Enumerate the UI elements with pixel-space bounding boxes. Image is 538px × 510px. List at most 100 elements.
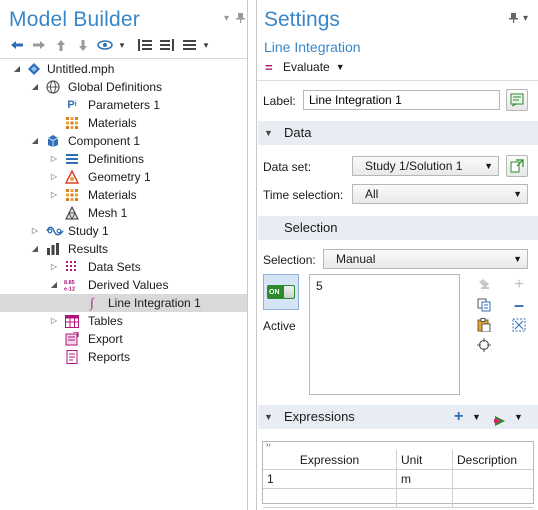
tree-item-data-sets[interactable]: ▷ Data Sets [0, 258, 247, 276]
goto-source-icon [510, 159, 524, 173]
view-dropdown-icon[interactable]: ▾ [200, 36, 212, 54]
settings-subtitle: Line Integration [264, 39, 361, 55]
report-icon [65, 350, 79, 364]
remove-icon[interactable]: – [510, 295, 528, 315]
tree-item-study[interactable]: ▷ Study 1 [0, 222, 247, 240]
evaluate-icon: = [265, 59, 273, 75]
expand-toggle-icon[interactable]: ▷ [49, 168, 59, 186]
component-icon [46, 134, 60, 148]
selection-list-item[interactable]: 5 [316, 279, 453, 293]
active-toggle[interactable]: ON [263, 274, 299, 310]
expand-toggle-icon[interactable]: ▷ [49, 312, 59, 330]
move-down-icon[interactable] [72, 36, 94, 54]
list-view-icon[interactable] [178, 36, 200, 54]
tree-item-label: Derived Values [88, 278, 169, 292]
table-cell-description[interactable] [453, 470, 534, 489]
tree-item-label: Export [88, 332, 123, 346]
add-expression-icon[interactable]: + [454, 405, 463, 429]
expand-toggle-icon[interactable]: ◢ [30, 132, 40, 150]
show-dropdown-icon[interactable]: ▾ [116, 36, 128, 54]
integral-icon: ∫ [90, 295, 94, 310]
pane-menu-icon[interactable]: ▾ [523, 13, 528, 24]
parameters-icon: Pi [67, 99, 77, 111]
derived-values-icon: 8.85 e-12 [64, 278, 80, 292]
mesh-icon [65, 206, 79, 220]
selection-select[interactable]: Manual ▼ [323, 249, 528, 269]
tree-item-derived-values[interactable]: ◢ 8.85 e-12 Derived Values [0, 276, 247, 294]
tree-item-label: Parameters 1 [88, 98, 161, 112]
insert-expression-icon[interactable] [494, 411, 506, 435]
chevron-down-icon[interactable]: ▼ [472, 405, 481, 429]
tree-item-export[interactable]: Export [0, 330, 247, 348]
active-label: Active [263, 319, 296, 333]
selection-section-header[interactable]: Selection [258, 216, 538, 240]
expand-all-icon[interactable] [134, 36, 156, 54]
tree-item-tables[interactable]: ▷ Tables [0, 312, 247, 330]
expand-toggle-icon[interactable]: ◢ [30, 240, 40, 258]
table-cell-expression[interactable]: 1 [263, 470, 397, 489]
svg-text:e-12: e-12 [64, 287, 75, 292]
section-title: Data [284, 125, 312, 140]
tree-item-line-integration[interactable]: ∫ Line Integration 1 [0, 294, 247, 312]
create-selection-icon[interactable] [510, 316, 528, 334]
time-selection-select[interactable]: All ▼ [352, 184, 528, 204]
forward-arrow-icon[interactable] [28, 36, 50, 54]
tree-item-component[interactable]: ◢ Component 1 [0, 132, 247, 150]
expressions-section-header[interactable]: ▼ Expressions + ▼ ▼ [258, 405, 538, 429]
tree-item-label: Mesh 1 [88, 206, 128, 220]
table-cell-empty[interactable] [263, 489, 397, 508]
expand-toggle-icon[interactable]: ▷ [49, 186, 59, 204]
expand-toggle-icon[interactable]: ▷ [30, 222, 40, 240]
move-up-icon[interactable] [50, 36, 72, 54]
expand-toggle-icon[interactable]: ▷ [49, 258, 59, 276]
expand-toggle-icon[interactable]: ▷ [49, 150, 59, 168]
zoom-to-selection-icon[interactable] [475, 336, 493, 354]
comsol-window: Model Builder ▾ ▾ ▾ ◢ Untitled.mph ◢ Glo… [0, 0, 538, 510]
table-cell-empty[interactable] [397, 489, 453, 508]
tree-item-label: Results [68, 242, 109, 256]
tree-item-reports[interactable]: Reports [0, 348, 247, 366]
pane-menu-icon[interactable]: ▾ [224, 13, 229, 24]
expand-toggle-icon[interactable]: ◢ [30, 78, 40, 96]
tree-item-results[interactable]: ◢ Results [0, 240, 247, 258]
paste-selection-icon[interactable] [475, 316, 493, 334]
label-input[interactable] [303, 90, 500, 110]
clear-selection-icon[interactable] [475, 276, 493, 294]
add-icon[interactable]: + [510, 276, 528, 294]
export-icon [65, 332, 79, 346]
data-set-goto-button[interactable] [506, 155, 528, 177]
expand-toggle-icon[interactable]: ◢ [49, 276, 59, 294]
settings-title: Settings [264, 8, 340, 31]
data-set-select[interactable]: Study 1/Solution 1 ▼ [352, 156, 499, 176]
tree-item-label: Tables [88, 314, 123, 328]
tree-item-definitions[interactable]: ▷ Definitions [0, 150, 247, 168]
pin-icon[interactable] [236, 13, 245, 26]
column-header-unit[interactable]: Unit [397, 450, 453, 470]
show-icon[interactable] [94, 36, 116, 54]
copy-selection-icon[interactable] [475, 296, 493, 314]
collapse-all-icon[interactable] [156, 36, 178, 54]
tree-item-geometry[interactable]: ▷ Geometry 1 [0, 168, 247, 186]
globe-icon [46, 80, 60, 94]
tree-item-parameters[interactable]: Pi Parameters 1 [0, 96, 247, 114]
column-header-expression[interactable]: Expression [263, 450, 397, 470]
tree-item-component-materials[interactable]: ▷ Materials [0, 186, 247, 204]
data-section-header[interactable]: ▼ Data [258, 121, 538, 145]
model-builder-title: Model Builder [9, 8, 140, 31]
label-edit-button[interactable] [506, 89, 528, 111]
chevron-down-icon[interactable]: ▼ [514, 405, 523, 429]
tree-item-root[interactable]: ◢ Untitled.mph [0, 60, 247, 78]
back-arrow-icon[interactable] [6, 36, 28, 54]
tree-item-label: Untitled.mph [47, 62, 115, 76]
tree-item-mesh[interactable]: Mesh 1 [0, 204, 247, 222]
selection-list[interactable]: 5 [309, 274, 460, 395]
table-cell-empty[interactable] [453, 489, 534, 508]
expand-toggle-icon[interactable]: ◢ [12, 60, 22, 78]
evaluate-button[interactable]: = Evaluate ▼ [265, 59, 345, 75]
model-builder-panel: Model Builder ▾ ▾ ▾ ◢ Untitled.mph ◢ Glo… [0, 0, 248, 510]
tree-item-global-definitions[interactable]: ◢ Global Definitions [0, 78, 247, 96]
pin-icon[interactable] [509, 13, 518, 26]
table-cell-unit[interactable]: m [397, 470, 453, 489]
tree-item-global-materials[interactable]: Materials [0, 114, 247, 132]
column-header-description[interactable]: Description [453, 450, 534, 470]
